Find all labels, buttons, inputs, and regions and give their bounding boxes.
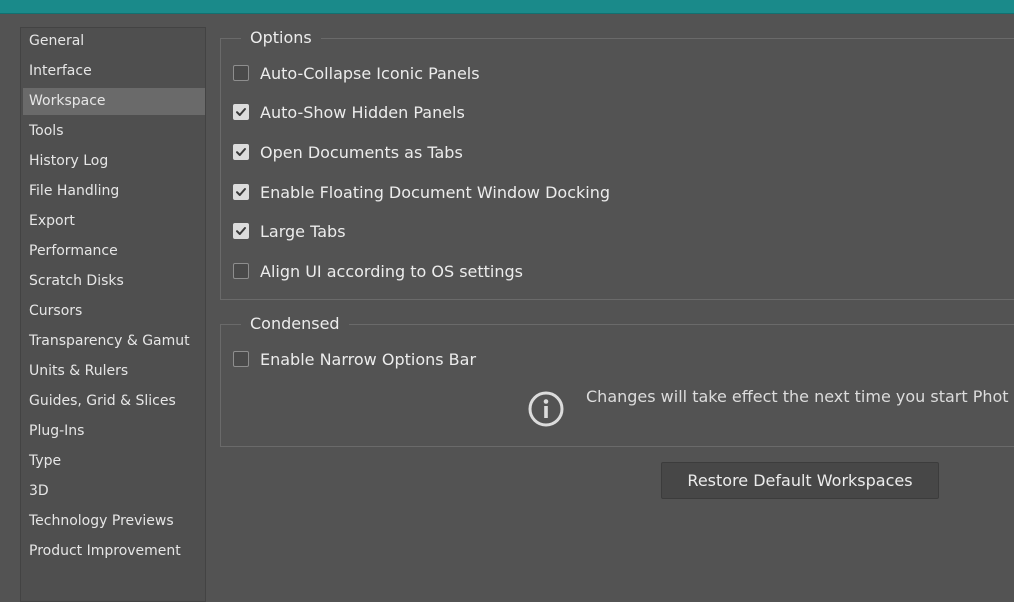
enable-narrow-options-bar-label: Enable Narrow Options Bar <box>260 349 477 369</box>
sidebar-item-transparency-gamut[interactable]: Transparency & Gamut <box>23 328 205 355</box>
sidebar-item-export[interactable]: Export <box>23 208 205 235</box>
info-icon <box>528 391 564 427</box>
enable-floating-document-window-docking-checkbox[interactable] <box>233 184 249 200</box>
checkmark-icon <box>236 148 246 156</box>
large-tabs-label: Large Tabs <box>260 221 346 241</box>
sidebar-item-plug-ins[interactable]: Plug-Ins <box>23 418 205 445</box>
checkmark-icon <box>236 227 246 235</box>
enable-floating-document-window-docking-label: Enable Floating Document Window Docking <box>260 182 610 202</box>
sidebar-item-product-improvement[interactable]: Product Improvement <box>23 538 205 565</box>
sidebar-item-technology-previews[interactable]: Technology Previews <box>23 508 205 535</box>
sidebar-item-type[interactable]: Type <box>23 448 205 475</box>
condensed-group-title: Condensed <box>241 312 349 336</box>
open-documents-as-tabs-option[interactable]: Open Documents as Tabs <box>233 141 463 163</box>
sidebar-item-file-handling[interactable]: File Handling <box>23 178 205 205</box>
window-titlebar <box>0 0 1014 14</box>
auto-show-hidden-panels-checkbox[interactable] <box>233 104 249 120</box>
restore-default-workspaces-button[interactable]: Restore Default Workspaces <box>661 462 939 499</box>
sidebar-item-performance[interactable]: Performance <box>23 238 205 265</box>
align-ui-os-settings-option[interactable]: Align UI according to OS settings <box>233 260 523 282</box>
checkmark-icon <box>236 188 246 196</box>
sidebar-item-general[interactable]: General <box>23 28 205 55</box>
sidebar-item-interface[interactable]: Interface <box>23 58 205 85</box>
sidebar-item-scratch-disks[interactable]: Scratch Disks <box>23 268 205 295</box>
preferences-sidebar: General Interface Workspace Tools Histor… <box>20 27 206 602</box>
checkmark-icon <box>236 108 246 116</box>
options-group-title: Options <box>241 26 321 50</box>
sidebar-item-history-log[interactable]: History Log <box>23 148 205 175</box>
enable-floating-document-window-docking-option[interactable]: Enable Floating Document Window Docking <box>233 181 610 203</box>
open-documents-as-tabs-label: Open Documents as Tabs <box>260 142 463 162</box>
restart-notice-text: Changes will take effect the next time y… <box>586 387 1009 406</box>
align-ui-os-settings-checkbox[interactable] <box>233 263 249 279</box>
enable-narrow-options-bar-option[interactable]: Enable Narrow Options Bar <box>233 348 476 370</box>
auto-show-hidden-panels-label: Auto-Show Hidden Panels <box>260 102 465 122</box>
sidebar-item-workspace[interactable]: Workspace <box>23 88 205 115</box>
enable-narrow-options-bar-checkbox[interactable] <box>233 351 249 367</box>
large-tabs-checkbox[interactable] <box>233 223 249 239</box>
sidebar-item-units-rulers[interactable]: Units & Rulers <box>23 358 205 385</box>
sidebar-item-3d[interactable]: 3D <box>23 478 205 505</box>
large-tabs-option[interactable]: Large Tabs <box>233 220 346 242</box>
auto-collapse-iconic-panels-label: Auto-Collapse Iconic Panels <box>260 63 480 83</box>
sidebar-item-cursors[interactable]: Cursors <box>23 298 205 325</box>
align-ui-os-settings-label: Align UI according to OS settings <box>260 261 523 281</box>
sidebar-item-guides-grid-slices[interactable]: Guides, Grid & Slices <box>23 388 205 415</box>
sidebar-item-tools[interactable]: Tools <box>23 118 205 145</box>
auto-collapse-iconic-panels-checkbox[interactable] <box>233 65 249 81</box>
auto-show-hidden-panels-option[interactable]: Auto-Show Hidden Panels <box>233 101 465 123</box>
open-documents-as-tabs-checkbox[interactable] <box>233 144 249 160</box>
auto-collapse-iconic-panels-option[interactable]: Auto-Collapse Iconic Panels <box>233 62 480 84</box>
